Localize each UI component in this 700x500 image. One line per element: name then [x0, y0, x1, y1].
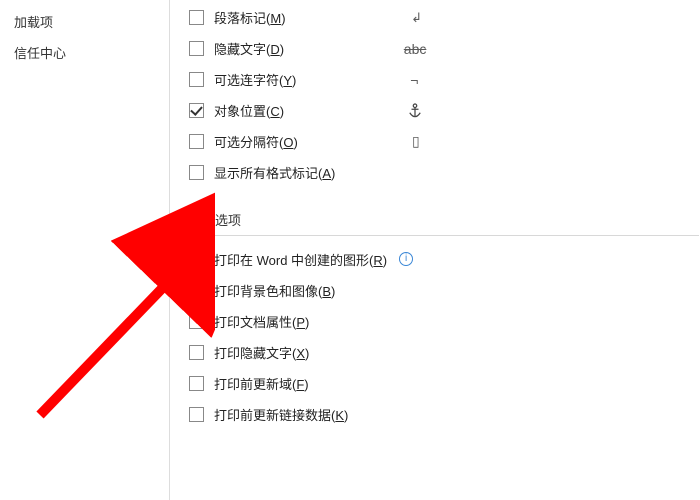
checkbox[interactable]	[189, 10, 204, 25]
checkbox[interactable]	[189, 252, 204, 267]
option-label: 打印背景色和图像(B)	[214, 281, 335, 300]
info-icon[interactable]: i	[399, 252, 413, 266]
display-option-row: 段落标记(M) ↲	[189, 2, 700, 33]
sidebar-item-label: 信任中心	[14, 46, 66, 61]
hyphen-icon: ¬	[410, 72, 418, 88]
section-title-print: 打印选项	[189, 204, 699, 236]
option-label: 打印前更新域(F)	[214, 374, 309, 393]
sidebar: 加载项 信任中心	[0, 0, 170, 500]
options-panel: 段落标记(M) ↲ 隐藏文字(D) abc 可选连字符(Y) ¬ 对象位置(C) 可选分隔符(…	[170, 0, 700, 500]
sidebar-item-addins[interactable]: 加载项	[10, 6, 169, 37]
print-option-row: 打印隐藏文字(X)	[189, 337, 700, 368]
anchor-icon	[408, 103, 422, 119]
option-label: 可选连字符(Y)	[214, 70, 296, 89]
checkbox[interactable]	[189, 376, 204, 391]
option-label: 打印前更新链接数据(K)	[214, 405, 348, 424]
checkbox[interactable]	[189, 165, 204, 180]
option-label: 打印文档属性(P)	[214, 312, 309, 331]
print-option-row: 打印前更新链接数据(K)	[189, 399, 700, 430]
checkbox[interactable]	[189, 345, 204, 360]
option-label: 打印隐藏文字(X)	[214, 343, 309, 362]
checkbox[interactable]	[189, 314, 204, 329]
sidebar-item-label: 加载项	[14, 15, 53, 30]
option-label: 隐藏文字(D)	[214, 39, 284, 58]
print-option-row: 打印在 Word 中创建的图形(R) i	[189, 244, 700, 275]
print-option-row: 打印前更新域(F)	[189, 368, 700, 399]
checkbox[interactable]	[189, 72, 204, 87]
display-option-row: 对象位置(C)	[189, 95, 700, 126]
option-label: 可选分隔符(O)	[214, 132, 298, 151]
sidebar-item-trustcenter[interactable]: 信任中心	[10, 37, 169, 68]
strike-abc-icon: abc	[404, 41, 427, 57]
checkbox[interactable]	[189, 407, 204, 422]
checkbox[interactable]	[189, 134, 204, 149]
checkbox[interactable]	[189, 103, 204, 118]
separator-icon: ▯	[412, 133, 420, 150]
print-option-row: 打印文档属性(P)	[189, 306, 700, 337]
option-label: 对象位置(C)	[214, 101, 284, 120]
display-option-row: 显示所有格式标记(A)	[189, 157, 700, 188]
checkbox[interactable]	[189, 283, 204, 298]
print-option-row: 打印背景色和图像(B)	[189, 275, 700, 306]
display-option-row: 隐藏文字(D) abc	[189, 33, 700, 64]
display-option-row: 可选分隔符(O) ▯	[189, 126, 700, 157]
checkbox[interactable]	[189, 41, 204, 56]
paragraph-icon: ↲	[411, 10, 422, 26]
option-label: 段落标记(M)	[214, 8, 286, 27]
option-label: 显示所有格式标记(A)	[214, 163, 335, 182]
option-label: 打印在 Word 中创建的图形(R)	[214, 250, 387, 269]
display-option-row: 可选连字符(Y) ¬	[189, 64, 700, 95]
